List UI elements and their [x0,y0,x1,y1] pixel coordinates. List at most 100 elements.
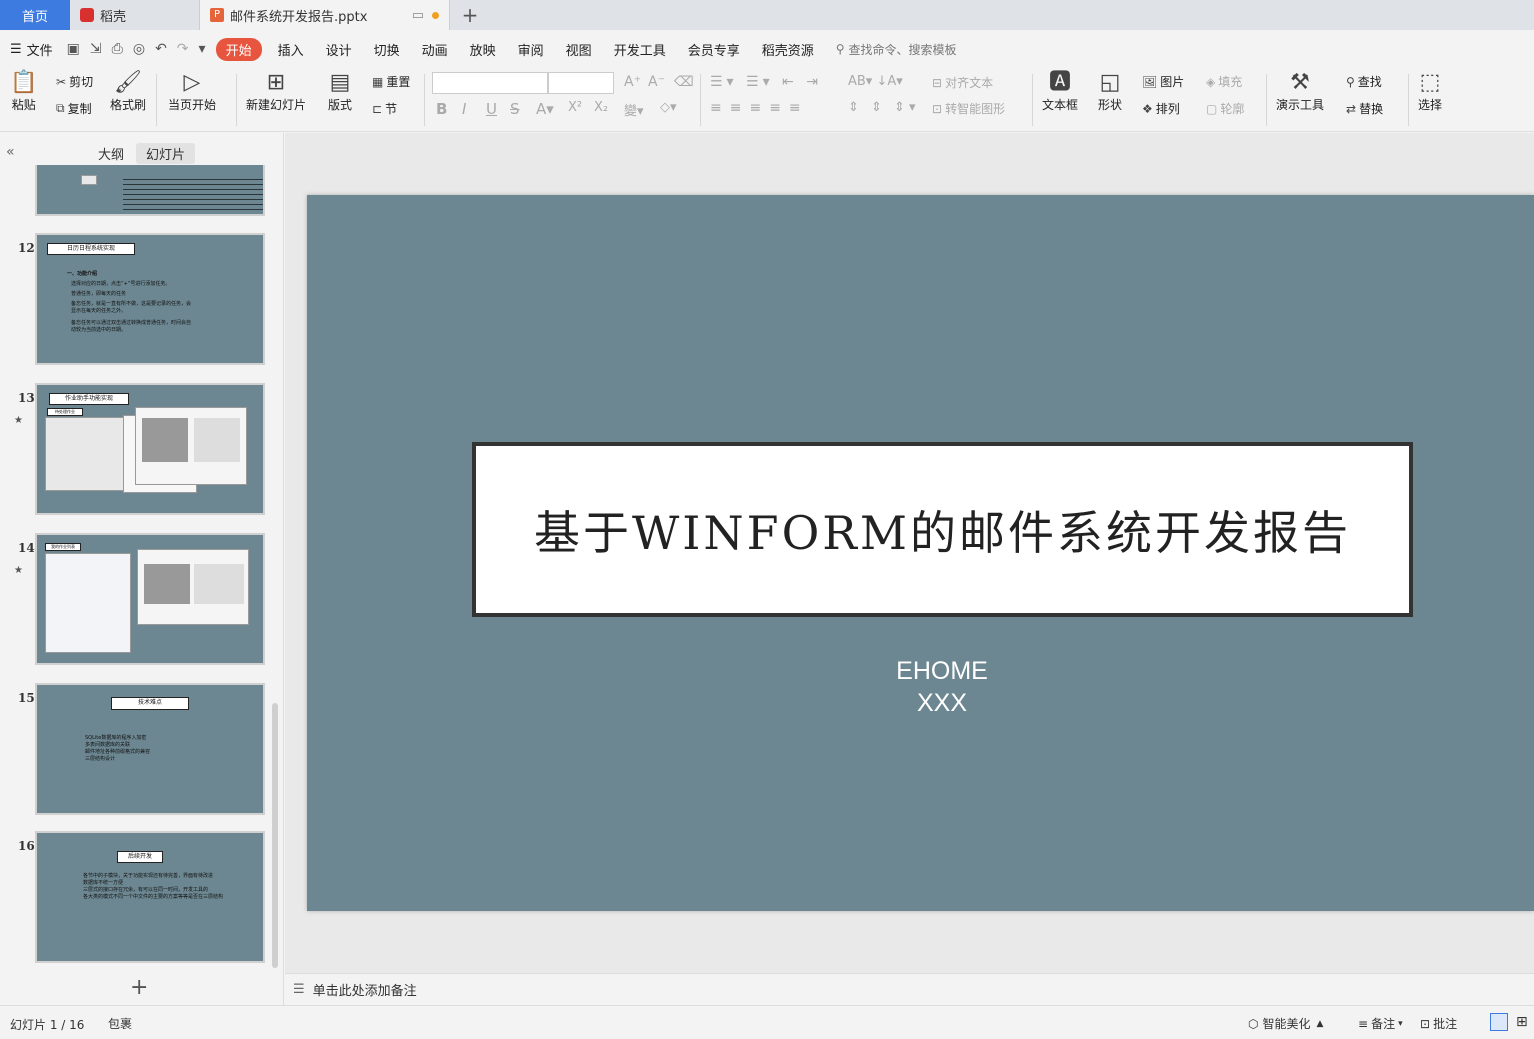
menu-developer[interactable]: 开发工具 [614,40,666,59]
eraser-icon[interactable]: ⌫ [674,74,694,90]
current-slide[interactable]: 基于WINFORM的邮件系统开发报告 EHOME XXX [307,195,1534,911]
font-color-icon[interactable]: A▾ [536,100,554,118]
menu-design[interactable]: 设计 [326,40,352,59]
tab-outline[interactable]: 大纲 [88,143,134,164]
command-search[interactable]: ⚲ 查找命令、搜索模板 [836,41,957,58]
tab-document[interactable]: P 邮件系统开发报告.pptx ▭ [200,0,450,30]
shape-button[interactable]: ◱ 形状 [1098,70,1122,113]
slide-thumbnail-13[interactable]: 作业助手功能实现 待处理作业 [35,383,265,515]
arrange-button[interactable]: ❖ 排列 [1142,100,1180,117]
format-painter-button[interactable]: 🖌 格式刷 [110,70,146,113]
menu-review[interactable]: 审阅 [518,40,544,59]
align-icons[interactable]: ≡≡≡≡≡ [710,100,809,116]
section-label: 节 [385,102,398,116]
subtitle-line: XXX [916,689,968,717]
text-direction-icon[interactable]: AB▾ ↓A▾ [848,74,903,89]
tab-bar: 首页 稻壳 P 邮件系统开发报告.pptx ▭ + [0,0,1534,30]
slide-thumbnail-15[interactable]: 技术难点 SQLite数据库的程序入加密 多表间数据库的关联 邮件地址各种前缀格… [35,683,265,815]
slide-thumbnail-12[interactable]: 日历日程系统实现 一、功能介绍 选择对应的日期，点击“+”号进行添加任务。 普通… [35,233,265,365]
picture-button[interactable]: 🖼 图片 [1142,73,1184,90]
align-text-icon: ⊟ [932,75,943,90]
layout-button[interactable]: ▤ 版式 [328,70,352,113]
undo-icon[interactable]: ↶ [155,41,167,57]
menu-animations[interactable]: 动画 [422,40,448,59]
menu-home[interactable]: 开始 [215,37,262,61]
tab-home[interactable]: 首页 [0,0,70,30]
replace-button[interactable]: ⇄ 替换 [1346,100,1383,117]
select-button[interactable]: ⬚ 选择 [1418,70,1442,113]
shape-icon: ◱ [1099,70,1121,95]
menu-docer-resources[interactable]: 稻壳资源 [762,40,814,59]
reset-button[interactable]: ▦ 重置 [372,73,410,90]
comments-button[interactable]: ⊡ 批注 [1420,1015,1457,1032]
theme-name[interactable]: 包裹 [108,1015,132,1032]
paste-button[interactable]: 📋 粘贴 [10,70,37,113]
textbox-button[interactable]: 🅰 文本框 [1042,70,1078,113]
font-family-select[interactable] [432,72,548,94]
tab-screen-icon[interactable]: ▭ [412,8,424,23]
outline-button[interactable]: ▢ 轮廓 [1206,100,1244,117]
shrink-font-icon[interactable]: A⁻ [648,74,665,90]
slide-thumbnail-14[interactable]: 我的作业列表 [35,533,265,665]
title-textbox[interactable]: 基于WINFORM的邮件系统开发报告 [472,442,1413,617]
bold-icon[interactable]: B [436,100,447,118]
new-slide-button[interactable]: ⊞ 新建幻灯片 [246,70,306,113]
slide-thumbnail-11[interactable] [35,165,265,216]
copy-button[interactable]: ⧉ 复制 [56,100,92,117]
file-menu[interactable]: ☰ 文件 [10,40,53,59]
subtitle-textbox[interactable]: EHOME XXX [307,655,1534,719]
notes-pane[interactable]: ☰ 单击此处添加备注 [285,973,1534,1005]
new-slide-label: 新建幻灯片 [246,98,307,112]
normal-view-icon[interactable] [1490,1013,1508,1031]
highlight-icon[interactable]: ◇▾ [660,100,677,115]
customize-icon[interactable]: ▾ [199,41,206,57]
menu-insert[interactable]: 插入 [278,40,304,59]
print-icon[interactable]: ⎙ [112,41,123,57]
tab-docer[interactable]: 稻壳 [70,0,200,30]
underline-icon[interactable]: U [486,100,497,118]
smart-beautify-button[interactable]: ⬡ 智能美化 ▲ [1248,1015,1323,1032]
cut-button[interactable]: ✂ 剪切 [56,73,93,90]
thumb-title: 作业助手功能实现 [49,393,129,405]
export-icon[interactable]: ⇲ [90,41,102,57]
smart-art-button[interactable]: ⊡ 转智能图形 [932,100,1005,117]
tab-slides[interactable]: 幻灯片 [136,143,196,164]
find-button[interactable]: ⚲ 查找 [1346,73,1382,90]
section-button[interactable]: ⊏ 节 [372,100,397,117]
slide-thumbnail-16[interactable]: 后续开发 各节中的子模块，关于功能实现还有待完善，界面有待改进 数据库不统一方便… [35,831,265,963]
presentation-tools-button[interactable]: ⚒ 演示工具 [1276,70,1324,113]
line-spacing-icons[interactable]: ⇕ ⇕ ⇕▾ [848,100,919,115]
thumb-line: 邮件地址各种前缀格式的兼容 [85,749,151,755]
slide-canvas[interactable]: 基于WINFORM的邮件系统开发报告 EHOME XXX [285,133,1534,973]
menu-membership[interactable]: 会员专享 [688,40,740,59]
divider [236,74,237,126]
print-preview-icon[interactable]: ◎ [133,41,145,57]
superscript-icon[interactable]: X² [568,100,582,115]
align-text-button[interactable]: ⊟ 对齐文本 [932,74,993,91]
redo-icon[interactable]: ↷ [177,41,189,57]
grid-view-icon[interactable]: ⊞ [1516,1014,1528,1030]
subscript-icon[interactable]: X₂ [594,100,608,115]
new-tab-button[interactable]: + [450,0,490,30]
pptx-file-icon: P [210,8,224,22]
save-icon[interactable]: ▣ [67,41,80,57]
menu-transitions[interactable]: 切换 [374,40,400,59]
format-painter-label: 格式刷 [110,98,147,112]
grow-font-icon[interactable]: A⁺ [624,74,641,90]
phonetic-icon[interactable]: 變▾ [624,100,644,119]
divider [156,74,157,126]
menu-slideshow[interactable]: 放映 [470,40,496,59]
add-slide-button[interactable]: + [130,975,148,1000]
fill-button[interactable]: ◈ 填充 [1206,73,1242,90]
list-icons[interactable]: ☰▾ ☰▾ ⇤ ⇥ [710,74,822,90]
italic-icon[interactable]: I [462,100,466,118]
slide-number: 12 [18,241,35,255]
strikethrough-icon[interactable]: S [510,100,520,118]
play-from-current-button[interactable]: ▷ 当页开始 [168,70,216,113]
notes-toggle-button[interactable]: ≡ 备注 ▾ [1358,1015,1403,1032]
thumbnail-scrollbar[interactable] [272,703,278,968]
font-size-select[interactable] [548,72,614,94]
menu-view[interactable]: 视图 [566,40,592,59]
collapse-panel-icon[interactable]: « [6,144,15,160]
thumbnail-list[interactable]: 12 日历日程系统实现 一、功能介绍 选择对应的日期，点击“+”号进行添加任务。… [0,165,270,975]
